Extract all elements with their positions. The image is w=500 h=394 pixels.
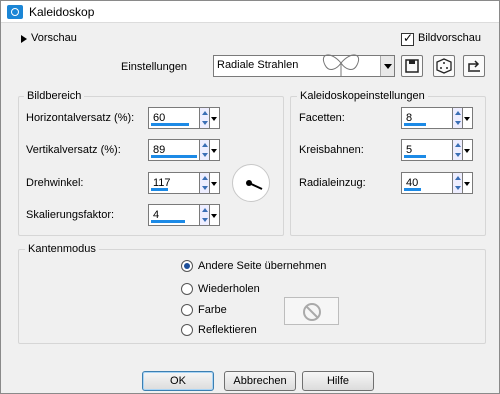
kaleidoskop-settings-title: Kaleidoskopeinstellungen <box>297 90 428 102</box>
radio-wiederholen-label[interactable]: Wiederholen <box>198 283 260 295</box>
bildbereich-title: Bildbereich <box>24 90 85 102</box>
horizontalversatz-dropdown[interactable] <box>210 107 220 129</box>
vertikalversatz-input[interactable]: 89 <box>148 139 220 161</box>
title-bar: Kaleidoskop <box>1 1 499 23</box>
save-preset-button[interactable] <box>401 55 423 77</box>
bildvorschau-label: Bildvorschau <box>418 32 481 44</box>
radio-reflektieren-label[interactable]: Reflektieren <box>198 324 257 336</box>
horizontalversatz-bar <box>151 123 189 126</box>
skalierungsfaktor-label: Skalierungsfaktor: <box>26 209 115 221</box>
settings-value: Radiale Strahlen <box>217 59 299 71</box>
horizontalversatz-spinner[interactable] <box>200 107 210 129</box>
kreisbahnen-input[interactable]: 5 <box>401 139 473 161</box>
skalierungsfaktor-dropdown[interactable] <box>210 204 220 226</box>
window-title: Kaleidoskop <box>29 5 95 19</box>
radio-reflektieren[interactable] <box>181 324 193 336</box>
vertikalversatz-dropdown[interactable] <box>210 139 220 161</box>
skalierungsfaktor-input[interactable]: 4 <box>148 204 220 226</box>
vertikalversatz-bar <box>151 155 197 158</box>
radio-wiederholen[interactable] <box>181 283 193 295</box>
drehwinkel-label: Drehwinkel: <box>26 177 84 189</box>
radialeinzug-bar <box>404 188 421 191</box>
radialeinzug-input[interactable]: 40 <box>401 172 473 194</box>
kantenmodus-title: Kantenmodus <box>25 243 99 255</box>
radio-andere-seite[interactable] <box>181 260 193 272</box>
randomize-button[interactable] <box>433 55 455 77</box>
facetten-spinner[interactable] <box>453 107 463 129</box>
horizontalversatz-input[interactable]: 60 <box>148 107 220 129</box>
drehwinkel-spinner[interactable] <box>200 172 210 194</box>
ok-button[interactable]: OK <box>142 371 214 391</box>
facetten-bar <box>404 123 426 126</box>
kreisbahnen-spinner[interactable] <box>453 139 463 161</box>
kreisbahnen-dropdown[interactable] <box>463 139 473 161</box>
cancel-button[interactable]: Abbrechen <box>224 371 296 391</box>
reset-icon <box>468 60 480 72</box>
settings-label: Einstellungen <box>121 61 188 73</box>
expand-triangle-icon[interactable] <box>21 35 27 43</box>
facetten-input[interactable]: 8 <box>401 107 473 129</box>
radialeinzug-spinner[interactable] <box>453 172 463 194</box>
camera-icon <box>7 5 23 19</box>
horizontalversatz-label: Horizontalversatz (%): <box>26 112 135 124</box>
color-swatch[interactable] <box>284 297 339 325</box>
radio-andere-seite-label[interactable]: Andere Seite übernehmen <box>198 260 326 272</box>
help-button[interactable]: Hilfe <box>302 371 374 391</box>
bildvorschau-checkbox[interactable] <box>401 31 414 46</box>
dice-icon <box>436 58 452 74</box>
facetten-dropdown[interactable] <box>463 107 473 129</box>
kreisbahnen-bar <box>404 155 426 158</box>
skalierungsfaktor-spinner[interactable] <box>200 204 210 226</box>
vertikalversatz-spinner[interactable] <box>200 139 210 161</box>
kaleidoskop-dialog: Kaleidoskop Vorschau Bildvorschau Einste… <box>0 0 500 394</box>
floppy-icon <box>405 59 419 73</box>
reset-button[interactable] <box>463 55 485 77</box>
butterfly-watermark-icon <box>323 54 359 77</box>
radio-farbe[interactable] <box>181 304 193 316</box>
facetten-label: Facetten: <box>299 112 345 124</box>
chevron-down-icon[interactable] <box>380 56 394 76</box>
skalierungsfaktor-bar <box>151 220 185 223</box>
radialeinzug-label: Radialeinzug: <box>299 177 366 189</box>
no-color-icon <box>303 303 321 321</box>
angle-needle-icon <box>246 180 263 190</box>
drehwinkel-dropdown[interactable] <box>210 172 220 194</box>
vertikalversatz-label: Vertikalversatz (%): <box>26 144 121 156</box>
kreisbahnen-label: Kreisbahnen: <box>299 144 364 156</box>
drehwinkel-input[interactable]: 117 <box>148 172 220 194</box>
angle-dial[interactable] <box>232 164 270 202</box>
drehwinkel-bar <box>151 188 168 191</box>
radialeinzug-dropdown[interactable] <box>463 172 473 194</box>
radio-farbe-label[interactable]: Farbe <box>198 304 227 316</box>
preview-toggle-label[interactable]: Vorschau <box>31 32 77 44</box>
